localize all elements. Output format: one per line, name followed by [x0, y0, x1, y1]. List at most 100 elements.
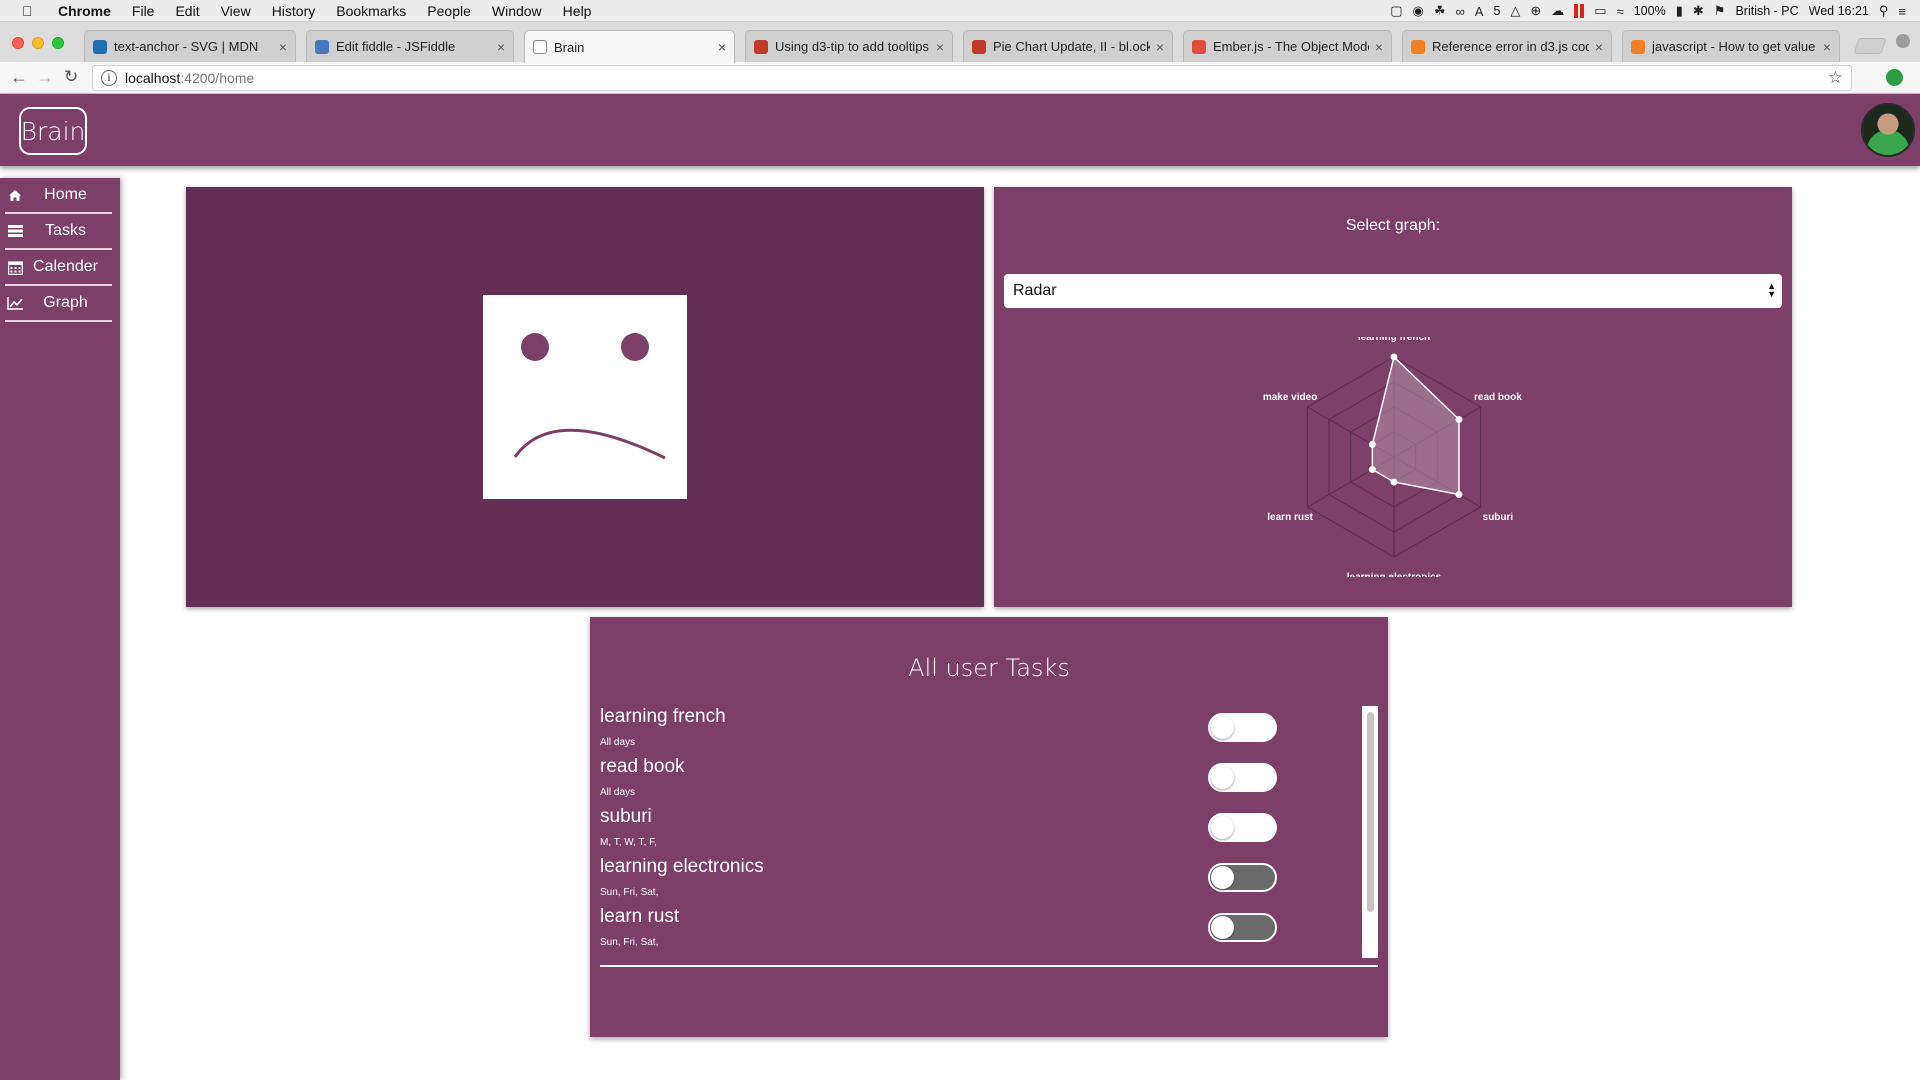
reload-icon[interactable]: ↻: [64, 67, 78, 87]
back-arrow-icon[interactable]: ←: [10, 67, 28, 88]
browser-tab[interactable]: Pie Chart Update, II - bl.ocks. ×: [963, 30, 1173, 62]
menu-status-area: ▢ ◉ ☘ ∞ A 5 △ ⊕ ☁ ▭ ≈ 100% ▮ ✱ ⚑ British…: [1390, 0, 1906, 22]
browser-tab[interactable]: text-anchor - SVG | MDN ×: [84, 30, 296, 62]
radar-point: [1390, 353, 1398, 361]
circle-icon[interactable]: ◉: [1412, 3, 1423, 19]
scrollbar-thumb[interactable]: [1367, 712, 1374, 912]
clock[interactable]: Wed 16:21: [1809, 4, 1869, 18]
adobe-icon[interactable]: A: [1475, 4, 1484, 19]
toggle-knob: [1211, 716, 1234, 739]
flag-icon: ⚑: [1713, 3, 1726, 18]
task-toggle[interactable]: [1208, 713, 1277, 742]
apple-icon[interactable]: : [22, 3, 40, 19]
forward-arrow-icon[interactable]: →: [36, 67, 54, 88]
address-bar[interactable]: i localhost:4200/home ☆: [92, 65, 1852, 91]
sidebar-item-calender[interactable]: Calender: [5, 250, 112, 286]
menu-edit[interactable]: Edit: [175, 3, 199, 19]
macos-menu-bar:  Chrome File Edit View History Bookmark…: [0, 0, 1920, 22]
task-toggle[interactable]: [1208, 913, 1277, 942]
toggle-knob: [1211, 916, 1234, 939]
sidebar-item-home[interactable]: Home: [5, 178, 112, 214]
battery-icon[interactable]: ▮: [1676, 3, 1683, 19]
task-days: All days: [600, 787, 636, 798]
input-source[interactable]: British - PC: [1735, 4, 1798, 18]
browser-tab[interactable]: Reference error in d3.js code ×: [1402, 30, 1612, 62]
glasses-icon[interactable]: ∞: [1455, 4, 1464, 19]
sad-face-icon: [483, 295, 687, 499]
toggle-knob: [1211, 866, 1234, 889]
sidebar-item-label: Graph: [43, 294, 88, 311]
task-toggle[interactable]: [1208, 863, 1277, 892]
radar-axis-label: read book: [1474, 392, 1522, 403]
menu-view[interactable]: View: [221, 3, 251, 19]
drive-icon[interactable]: △: [1510, 3, 1520, 19]
favicon-icon: [754, 39, 768, 54]
close-tab-icon[interactable]: ×: [936, 39, 944, 55]
close-tab-icon[interactable]: ×: [1156, 39, 1164, 55]
notification-center-icon[interactable]: ≡: [1898, 4, 1906, 19]
radar-series-area: [1371, 355, 1460, 496]
task-toggle[interactable]: [1208, 763, 1277, 792]
browser-tab[interactable]: javascript - How to get value ×: [1622, 30, 1840, 62]
pause-icon[interactable]: [1574, 4, 1579, 18]
tab-title: Edit fiddle - JSFiddle: [336, 39, 456, 54]
task-days: All days: [600, 737, 636, 748]
info-icon[interactable]: i: [101, 70, 117, 86]
menu-app-name[interactable]: Chrome: [58, 3, 111, 19]
radar-axis-label: learning french: [1358, 337, 1430, 343]
favicon-icon: [315, 39, 329, 54]
task-row: read book All days: [600, 756, 1300, 806]
search-icon[interactable]: ⚲: [1879, 3, 1889, 19]
new-tab-button[interactable]: [1853, 38, 1887, 54]
close-tab-icon[interactable]: ×: [718, 39, 726, 55]
radar-point: [1455, 416, 1463, 423]
menu-bookmarks[interactable]: Bookmarks: [336, 3, 406, 19]
brand-logo[interactable]: Brain: [19, 107, 87, 155]
wifi-icon[interactable]: ≈: [1617, 4, 1624, 19]
sidebar: Home Tasks Calender Graph: [0, 178, 120, 1080]
task-row: suburi M, T, W, T, F,: [600, 806, 1300, 856]
close-window-button[interactable]: [12, 37, 24, 49]
task-days: M, T, W, T, F,: [600, 837, 657, 848]
close-tab-icon[interactable]: ×: [497, 39, 505, 55]
airplay-icon[interactable]: ▭: [1594, 3, 1606, 19]
browser-tab[interactable]: Edit fiddle - JSFiddle ×: [306, 30, 514, 62]
task-toggle[interactable]: [1208, 813, 1277, 842]
cloud-icon[interactable]: ☁: [1551, 3, 1564, 19]
sync-icon[interactable]: ⊕: [1530, 3, 1541, 19]
evernote-icon[interactable]: ☘: [1434, 3, 1446, 19]
minimize-window-button[interactable]: [32, 37, 44, 49]
task-name: suburi: [600, 806, 652, 827]
profile-icon[interactable]: [1896, 34, 1910, 48]
sidebar-item-tasks[interactable]: Tasks: [5, 214, 112, 250]
mood-card: [186, 187, 984, 607]
bluetooth-icon[interactable]: ✱: [1693, 3, 1704, 19]
graph-type-select[interactable]: Radar ▲ ▼: [1004, 274, 1782, 308]
menu-window[interactable]: Window: [492, 3, 542, 19]
close-tab-icon[interactable]: ×: [1375, 39, 1383, 55]
close-tab-icon[interactable]: ×: [1823, 39, 1831, 55]
browser-tab[interactable]: Brain ×: [524, 30, 735, 63]
menu-history[interactable]: History: [272, 3, 316, 19]
task-list-scrollbar[interactable]: [1362, 706, 1378, 958]
sidebar-item-graph[interactable]: Graph: [5, 286, 112, 322]
menu-help[interactable]: Help: [563, 3, 592, 19]
menu-people[interactable]: People: [427, 3, 471, 19]
avatar[interactable]: [1861, 103, 1915, 157]
bookmark-star-icon[interactable]: ☆: [1828, 68, 1843, 88]
menu-file[interactable]: File: [132, 3, 155, 19]
screen-icon[interactable]: ▢: [1390, 3, 1402, 19]
battery-percent: 100%: [1633, 4, 1666, 18]
tasks-title: All user Tasks: [908, 654, 1070, 682]
browser-tab[interactable]: Ember.js - The Object Model ×: [1183, 30, 1392, 62]
zoom-window-button[interactable]: [52, 37, 64, 49]
extension-icon[interactable]: [1886, 69, 1903, 86]
task-name: read book: [600, 756, 685, 777]
tab-title: Ember.js - The Object Model: [1213, 39, 1369, 54]
select-arrows-icon: ▲ ▼: [1767, 281, 1776, 299]
close-tab-icon[interactable]: ×: [279, 39, 287, 55]
toggle-knob: [1211, 766, 1234, 789]
browser-tab[interactable]: Using d3-tip to add tooltips t ×: [745, 30, 953, 62]
tab-title: Using d3-tip to add tooltips t: [775, 39, 930, 54]
close-tab-icon[interactable]: ×: [1595, 39, 1603, 55]
